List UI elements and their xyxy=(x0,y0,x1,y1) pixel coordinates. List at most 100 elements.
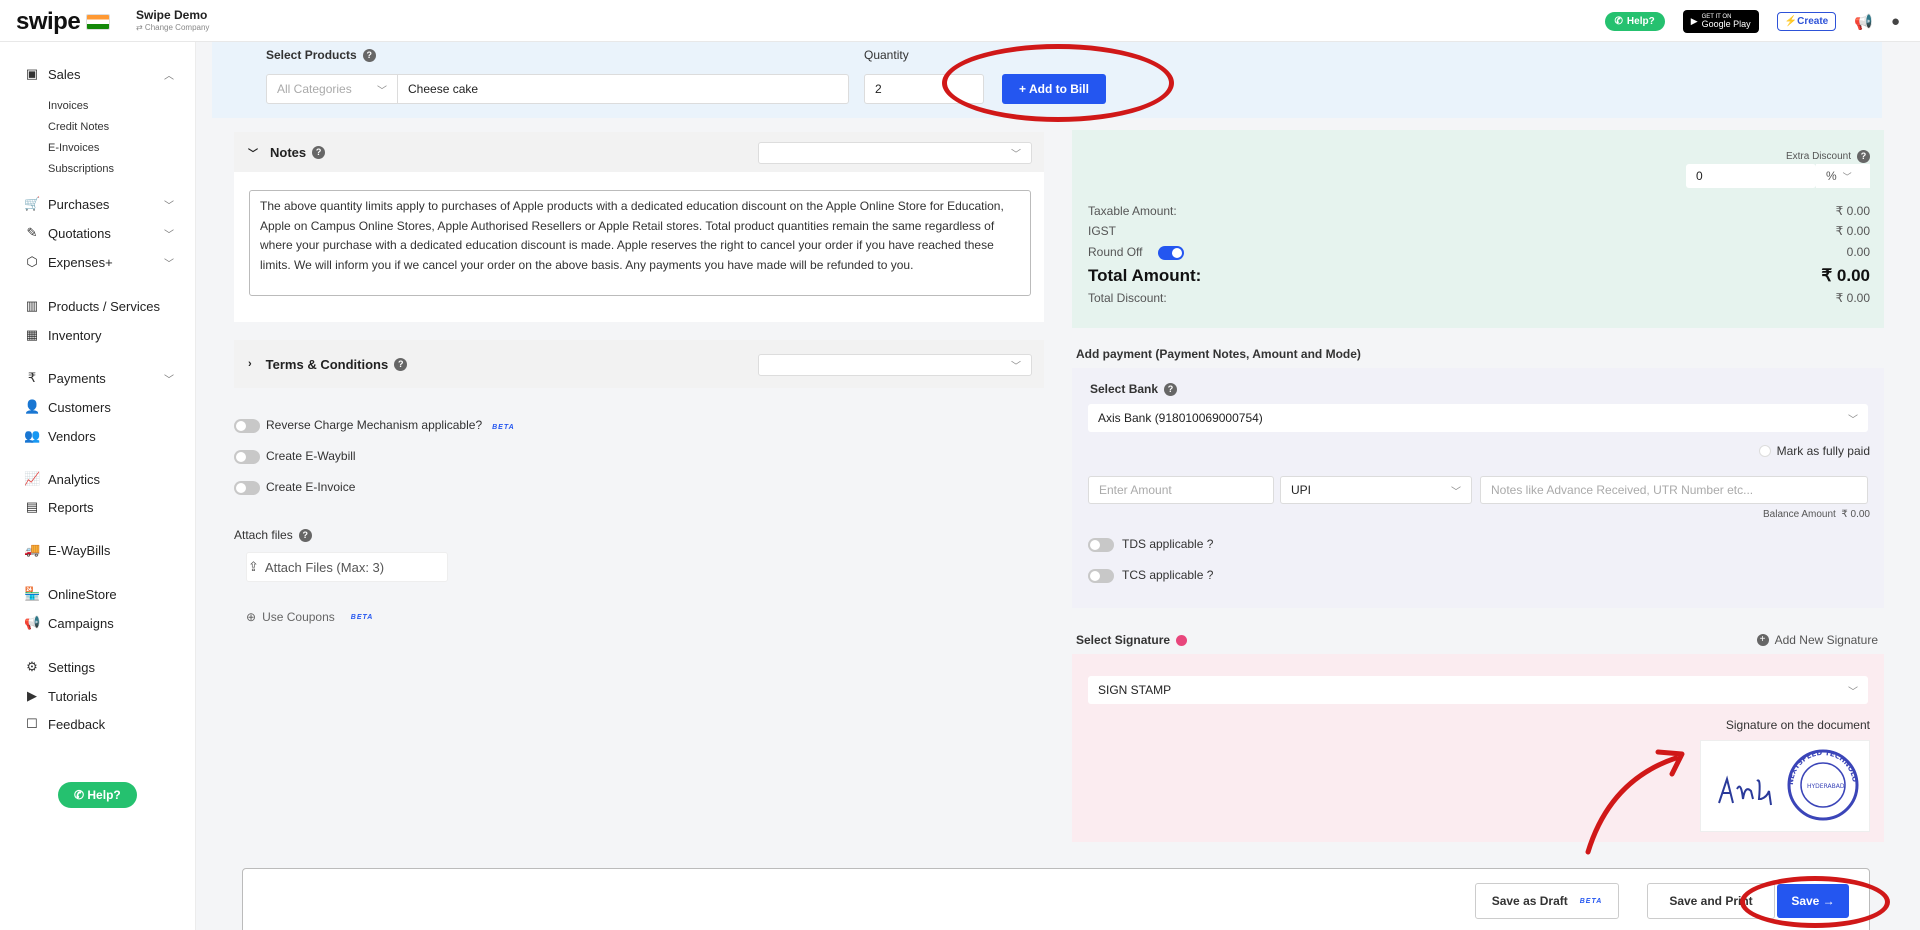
total-amount-value: ₹ 0.00 xyxy=(1821,266,1870,285)
chevron-down-icon: ﹀ xyxy=(164,229,174,241)
e-invoice-toggle[interactable] xyxy=(234,481,260,495)
extra-discount-input[interactable]: 0 xyxy=(1686,164,1816,188)
add-payment-heading: Add payment (Payment Notes, Amount and M… xyxy=(1076,347,1361,361)
tcs-toggle[interactable] xyxy=(1088,569,1114,583)
signature-select-value: SIGN STAMP xyxy=(1098,683,1172,697)
terms-template-select[interactable]: ﹀ xyxy=(758,354,1032,376)
attach-files-button-content[interactable]: ⇪ Attach Files (Max: 3) xyxy=(246,552,384,582)
sidebar-item-purchases[interactable]: 🛒 Purchases ﹀ xyxy=(24,196,174,212)
swipe-logo[interactable]: swipe xyxy=(16,8,111,36)
plus-circle-icon: + xyxy=(1756,634,1769,646)
mark-fully-paid[interactable]: Mark as fully paid xyxy=(1758,444,1870,458)
help-circle-icon[interactable]: ? xyxy=(298,528,312,542)
tds-toggle[interactable] xyxy=(1088,538,1114,552)
help-circle-icon[interactable]: ? xyxy=(1857,150,1870,163)
signature-image: NEXTSPEED TECHNOLOGIES PVT. LTD. HYDERAB… xyxy=(1698,735,1870,832)
create-button[interactable]: ⚡Create xyxy=(1776,12,1837,31)
sidebar-sub-e-invoices[interactable]: E-Invoices xyxy=(48,142,99,154)
bank-select-value: Axis Bank (918010069000754) xyxy=(1098,411,1263,425)
e-waybill-toggle[interactable] xyxy=(234,450,260,464)
payment-mode-select[interactable]: UPI ﹀ xyxy=(1280,476,1472,504)
sidebar-item-products[interactable]: ▥ Products / Services xyxy=(24,298,174,314)
sidebar-label: Tutorials xyxy=(48,688,98,704)
signature-stamp-graphic: NEXTSPEED TECHNOLOGIES PVT. LTD. HYDERAB… xyxy=(1698,735,1859,821)
chevron-down-icon: ﹀ xyxy=(248,148,258,160)
plus-circle-icon: ⊕ xyxy=(246,610,257,624)
tag-icon: ⬡ xyxy=(26,254,38,269)
chevron-down-icon: ﹀ xyxy=(1848,414,1858,426)
sidebar-item-campaigns[interactable]: 📢 Campaigns xyxy=(24,615,174,631)
sidebar-item-payments[interactable]: ₹ Payments ﹀ xyxy=(24,370,174,386)
truck-icon: 🚚 xyxy=(24,542,41,557)
sidebar-item-feedback[interactable]: ☐ Feedback xyxy=(24,716,174,732)
discount-unit-text: % xyxy=(1826,169,1837,183)
sidebar-item-reports[interactable]: ▤ Reports xyxy=(24,499,174,515)
sidebar-label: Inventory xyxy=(48,327,102,343)
reverse-charge-label: Reverse Charge Mechanism applicable? BETA xyxy=(266,418,515,432)
product-search-input[interactable]: Cheese cake xyxy=(397,74,849,104)
signature-on-document-label: Signature on the document xyxy=(1725,718,1870,732)
total-amount-label: Total Amount: xyxy=(1088,266,1202,285)
chevron-up-icon: ︿ xyxy=(164,70,174,82)
youtube-icon: ▶ xyxy=(27,688,37,703)
use-coupons-link[interactable]: ⊕ Use Coupons BETA xyxy=(246,610,373,624)
sidebar-item-ewaybills[interactable]: 🚚 E-WayBills xyxy=(24,542,174,558)
sidebar-label: Reports xyxy=(48,499,94,515)
sidebar-item-expenses[interactable]: ⬡ Expenses+ ﹀ xyxy=(24,254,174,270)
balance-amount: Balance Amount ₹ 0.00 xyxy=(1763,509,1870,520)
company-name: Swipe Demo xyxy=(136,8,208,22)
stamp-city-text: HYDERABAD xyxy=(1807,783,1845,790)
sidebar-item-inventory[interactable]: ▦ Inventory xyxy=(24,327,174,343)
change-company-link[interactable]: ⇄ Change Company xyxy=(136,23,209,32)
user-avatar-icon[interactable]: ● xyxy=(1891,13,1900,30)
megaphone-icon[interactable]: 📢 xyxy=(1854,13,1873,31)
notes-textarea[interactable]: The above quantity limits apply to purch… xyxy=(249,190,1031,296)
notes-template-select[interactable]: ﹀ xyxy=(758,142,1032,164)
add-new-signature-link[interactable]: + Add New Signature xyxy=(1756,633,1878,647)
round-off-value: 0.00 xyxy=(1846,245,1870,259)
beta-badge: BETA xyxy=(492,424,515,431)
annotation-circle-add-to-bill xyxy=(942,44,1174,122)
payment-notes-input[interactable]: Notes like Advance Received, UTR Number … xyxy=(1480,476,1868,504)
category-select[interactable]: All Categories ﹀ xyxy=(266,74,398,104)
help-circle-icon[interactable]: ? xyxy=(394,357,408,371)
taxable-amount-value: ₹ 0.00 xyxy=(1835,204,1870,218)
sidebar-item-vendors[interactable]: 👥 Vendors xyxy=(24,428,174,444)
select-bank-text: Select Bank xyxy=(1090,382,1159,396)
chevron-down-icon: ﹀ xyxy=(1848,686,1858,698)
sidebar-sub-subscriptions[interactable]: Subscriptions xyxy=(48,163,114,175)
bank-select[interactable]: Axis Bank (918010069000754) ﹀ xyxy=(1088,404,1868,432)
sidebar-item-quotations[interactable]: ✎ Quotations ﹀ xyxy=(24,225,174,241)
annotation-arrow xyxy=(1585,749,1685,855)
logo-text: swipe xyxy=(16,8,81,35)
sidebar-label: Feedback xyxy=(48,716,106,732)
sidebar-help-button[interactable]: ✆ Help? xyxy=(58,782,137,808)
sidebar-item-analytics[interactable]: 📈 Analytics xyxy=(24,471,174,487)
save-as-draft-button[interactable]: Save as Draft BETA xyxy=(1475,883,1619,919)
signature-select[interactable]: SIGN STAMP ﹀ xyxy=(1088,676,1868,704)
help-button[interactable]: ✆ Help? xyxy=(1604,12,1665,31)
amount-input[interactable]: Enter Amount xyxy=(1088,476,1274,504)
discount-unit-select[interactable]: % ﹀ xyxy=(1816,164,1870,188)
sidebar-item-sales[interactable]: ▣ Sales ︿ xyxy=(24,66,174,82)
sidebar-item-onlinestore[interactable]: 🏪 OnlineStore xyxy=(24,586,174,602)
help-circle-icon[interactable]: ? xyxy=(312,145,326,159)
sidebar-item-tutorials[interactable]: ▶ Tutorials xyxy=(24,688,174,704)
e-waybill-label: Create E-Waybill xyxy=(266,449,356,463)
company-switcher[interactable]: Swipe Demo ⇄ Change Company xyxy=(136,8,209,32)
help-circle-icon[interactable]: ? xyxy=(1164,382,1178,396)
round-off-toggle[interactable] xyxy=(1158,246,1184,260)
chevron-down-icon: ﹀ xyxy=(1451,486,1461,498)
amount-placeholder: Enter Amount xyxy=(1099,483,1172,497)
google-play-button[interactable]: ▶ GET IT ON Google Play xyxy=(1682,10,1759,33)
terms-title: Terms & Conditions xyxy=(265,356,389,372)
reverse-charge-toggle[interactable] xyxy=(234,419,260,433)
sidebar-sub-invoices[interactable]: Invoices xyxy=(48,100,88,112)
sidebar-item-customers[interactable]: 👤 Customers xyxy=(24,399,174,415)
sidebar-sub-credit-notes[interactable]: Credit Notes xyxy=(48,121,109,133)
help-circle-icon[interactable]: ? xyxy=(362,48,376,62)
sidebar-item-settings[interactable]: ⚙ Settings xyxy=(24,659,174,675)
mark-paid-checkbox[interactable] xyxy=(1758,445,1771,457)
use-coupons-text: Use Coupons xyxy=(262,610,335,624)
sidebar-label: Purchases xyxy=(48,196,110,212)
